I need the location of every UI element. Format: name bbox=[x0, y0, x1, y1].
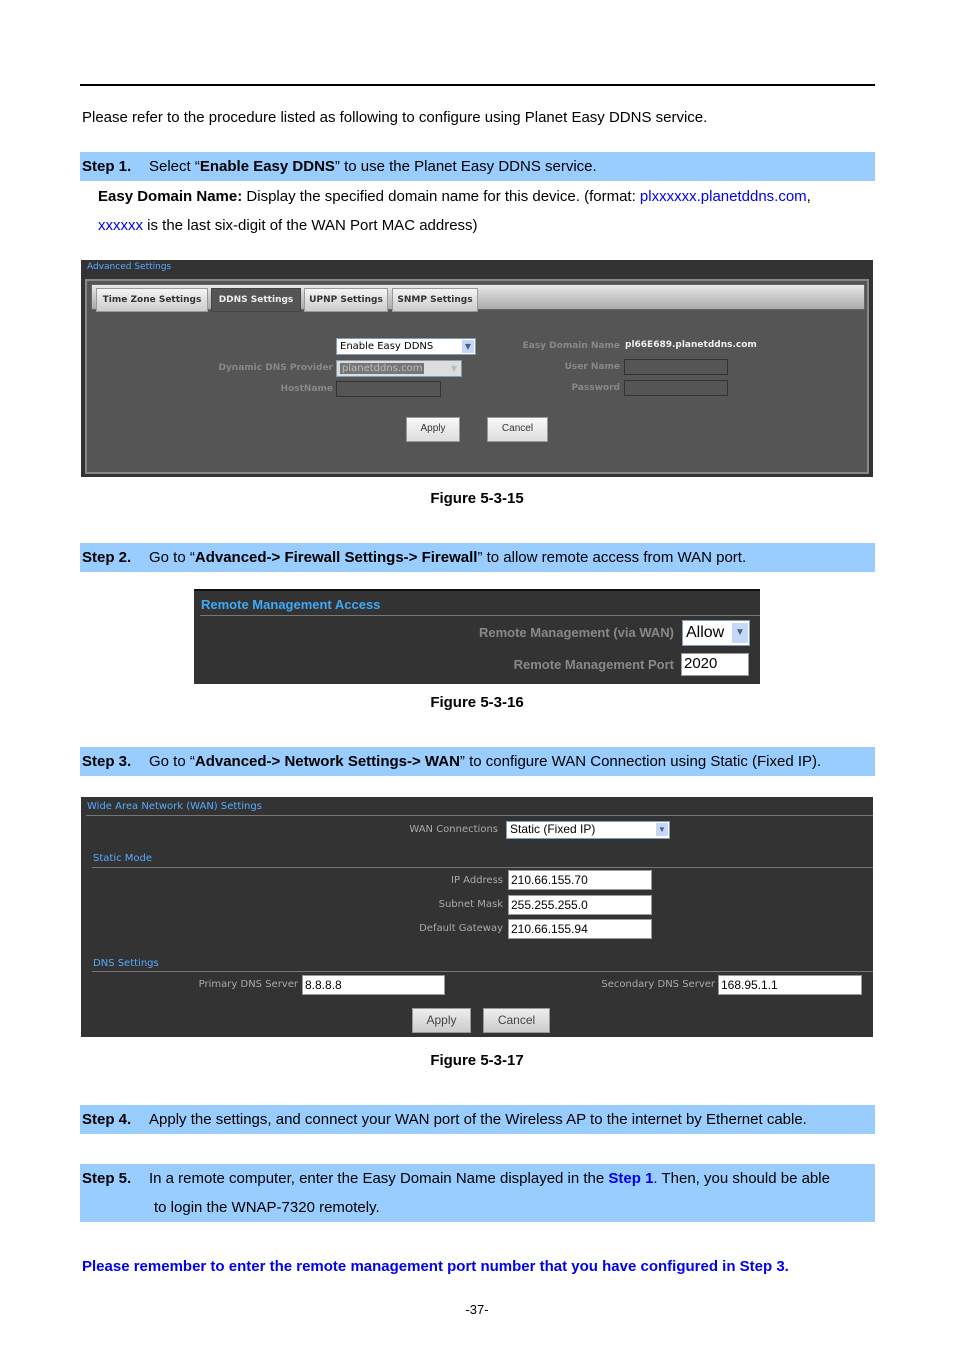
easy-domain-desc-2: xxxxxx is the last six-digit of the WAN … bbox=[98, 217, 478, 234]
section-title: Remote Management Access bbox=[201, 597, 381, 612]
step-1-link[interactable]: Step 1 bbox=[608, 1170, 653, 1187]
divider bbox=[92, 971, 873, 972]
figure-caption: Figure 5-3-17 bbox=[430, 1052, 524, 1069]
format-link[interactable]: plxxxxxx.planetddns.com bbox=[640, 188, 807, 205]
divider bbox=[200, 615, 760, 616]
default-gateway-label: Default Gateway bbox=[419, 923, 503, 934]
wan-connections-select[interactable]: Static (Fixed IP) ▼ bbox=[506, 821, 670, 839]
chevron-down-icon: ▼ bbox=[448, 362, 460, 375]
subnet-mask-label: Subnet Mask bbox=[438, 899, 503, 910]
provider-label: Dynamic DNS Provider bbox=[218, 363, 333, 373]
figure-wan-settings: Wide Area Network (WAN) Settings WAN Con… bbox=[81, 797, 873, 1037]
step-5-banner: Step 5. In a remote computer, enter the E… bbox=[80, 1164, 875, 1222]
figure-caption: Figure 5-3-16 bbox=[430, 694, 524, 711]
easy-domain-desc: Easy Domain Name: Display the specified … bbox=[98, 188, 811, 205]
divider bbox=[92, 867, 873, 868]
figure-remote-management: Remote Management Access Remote Manageme… bbox=[194, 589, 760, 684]
chevron-down-icon: ▼ bbox=[732, 623, 748, 643]
easy-domain-value: pl66E689.planetddns.com bbox=[625, 340, 757, 350]
tab-bar: Time Zone Settings DDNS Settings UPNP Se… bbox=[91, 284, 865, 312]
panel-title: Advanced Settings bbox=[87, 262, 172, 272]
divider bbox=[86, 815, 873, 816]
remote-management-label: Remote Management (via WAN) bbox=[478, 625, 674, 640]
figure-caption: Figure 5-3-15 bbox=[430, 490, 524, 507]
primary-dns-label: Primary DNS Server bbox=[198, 979, 298, 990]
easy-domain-label: Easy Domain Name bbox=[522, 341, 620, 351]
step-4-banner: Step 4. Apply the settings, and connect y… bbox=[80, 1105, 875, 1134]
tab-ddns[interactable]: DDNS Settings bbox=[211, 288, 301, 312]
hostname-label: HostName bbox=[280, 384, 333, 394]
apply-button[interactable]: Apply bbox=[412, 1008, 471, 1033]
ddns-panel: Time Zone Settings DDNS Settings UPNP Se… bbox=[85, 279, 869, 474]
dns-settings-title: DNS Settings bbox=[93, 958, 159, 969]
chevron-down-icon: ▼ bbox=[656, 823, 668, 836]
step-2-banner: Step 2. Go to “Advanced-> Firewall Settin… bbox=[80, 543, 875, 572]
step-label: Step 2. bbox=[82, 549, 132, 566]
figure-ddns-settings: Advanced Settings Time Zone Settings DDN… bbox=[81, 260, 873, 477]
header-rule bbox=[80, 84, 875, 86]
note-text: Please remember to enter the remote mana… bbox=[82, 1258, 789, 1275]
step-3-banner: Step 3. Go to “Advanced-> Network Setting… bbox=[80, 747, 875, 776]
step-label: Step 5. bbox=[82, 1170, 132, 1187]
section-title: Wide Area Network (WAN) Settings bbox=[87, 801, 262, 812]
tab-snmp[interactable]: SNMP Settings bbox=[392, 288, 478, 312]
static-mode-title: Static Mode bbox=[93, 853, 153, 864]
password-input[interactable] bbox=[624, 380, 728, 396]
hostname-input[interactable] bbox=[336, 381, 441, 397]
default-gateway-input[interactable]: 210.66.155.94 bbox=[508, 919, 652, 939]
cancel-button[interactable]: Cancel bbox=[483, 1008, 550, 1033]
ip-address-label: IP Address bbox=[451, 875, 503, 886]
step-label: Step 1. bbox=[82, 158, 132, 175]
tab-time-zone[interactable]: Time Zone Settings bbox=[96, 288, 208, 312]
intro-text: Please refer to the procedure listed as … bbox=[82, 109, 708, 126]
ddns-mode-select[interactable]: Enable Easy DDNS ▼ bbox=[336, 338, 476, 355]
xxxxxx-link[interactable]: xxxxxx bbox=[98, 217, 143, 234]
document-page: Please refer to the procedure listed as … bbox=[0, 0, 954, 1350]
remote-management-select[interactable]: Allow ▼ bbox=[682, 620, 750, 646]
wan-connections-label: WAN Connections bbox=[409, 824, 498, 835]
cancel-button[interactable]: Cancel bbox=[487, 417, 548, 442]
ip-address-input[interactable]: 210.66.155.70 bbox=[508, 870, 652, 890]
secondary-dns-label: Secondary DNS Server bbox=[601, 979, 715, 990]
password-label: Password bbox=[571, 383, 620, 393]
step-label: Step 4. bbox=[82, 1111, 132, 1128]
apply-button[interactable]: Apply bbox=[406, 417, 460, 442]
tab-upnp[interactable]: UPNP Settings bbox=[304, 288, 388, 312]
chevron-down-icon: ▼ bbox=[462, 340, 474, 353]
step-1-banner: Step 1. Select “Enable Easy DDNS” to use … bbox=[80, 152, 875, 181]
secondary-dns-input[interactable]: 168.95.1.1 bbox=[718, 975, 862, 995]
username-input[interactable] bbox=[624, 359, 728, 375]
step-label: Step 3. bbox=[82, 753, 132, 770]
remote-port-label: Remote Management Port bbox=[513, 657, 674, 672]
username-label: User Name bbox=[564, 362, 620, 372]
provider-select[interactable]: planetddns.com ▼ bbox=[336, 360, 462, 377]
remote-port-input[interactable]: 2020 bbox=[681, 653, 749, 676]
subnet-mask-input[interactable]: 255.255.255.0 bbox=[508, 895, 652, 915]
primary-dns-input[interactable]: 8.8.8.8 bbox=[302, 975, 445, 995]
page-number: -37- bbox=[465, 1302, 489, 1317]
